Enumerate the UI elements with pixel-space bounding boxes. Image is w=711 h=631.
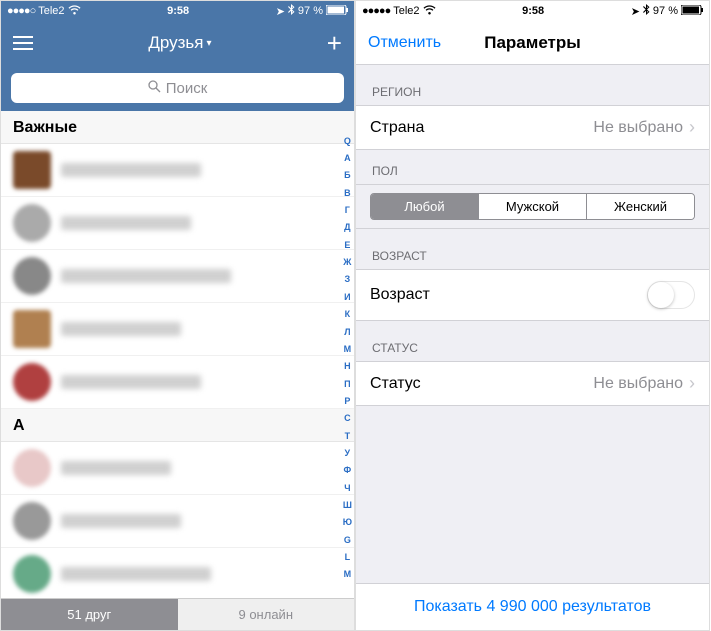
group-label-region: РЕГИОН — [356, 65, 709, 105]
cancel-button[interactable]: Отменить — [368, 34, 441, 52]
list-item[interactable] — [1, 197, 354, 250]
group-label-status: СТАТУС — [356, 321, 709, 361]
battery-label: 97 % — [298, 5, 323, 17]
gender-segment: Любой Мужской Женский — [370, 193, 695, 220]
status-bar: ●●●●● Tele2 9:58 ➤ 97 % — [356, 1, 709, 21]
alphabet-index[interactable]: QАБВГДЕЖЗИКЛМНПРСТУФЧШЮGLM — [343, 131, 352, 586]
section-header-important: Важные — [1, 111, 354, 144]
carrier-label: Tele2 — [38, 5, 64, 17]
show-results-button[interactable]: Показать 4 990 000 результатов — [356, 583, 709, 630]
status-label: Статус — [370, 375, 421, 393]
location-icon: ➤ — [276, 5, 285, 18]
age-label: Возраст — [370, 286, 430, 304]
tab-online[interactable]: 9 онлайн — [178, 599, 355, 630]
group-label-age: ВОЗРАСТ — [356, 229, 709, 269]
signal-dots-icon: ●●●●○ — [7, 5, 35, 17]
menu-icon[interactable] — [13, 36, 33, 50]
age-toggle[interactable] — [647, 281, 695, 309]
section-header-letter: А — [1, 409, 354, 442]
nav-bar: Друзья ▾ + — [1, 21, 354, 65]
carrier-label: Tele2 — [393, 5, 419, 17]
search-input[interactable]: Поиск — [11, 73, 344, 103]
status-value: Не выбрано — [593, 375, 683, 393]
chevron-right-icon: › — [689, 117, 695, 138]
battery-label: 97 % — [653, 5, 678, 17]
chevron-down-icon: ▾ — [206, 38, 211, 49]
page-title: Параметры — [484, 33, 581, 53]
status-bar: ●●●●○ Tele2 9:58 ➤ 97 % — [1, 1, 354, 21]
status-time: 9:58 — [167, 5, 189, 17]
location-icon: ➤ — [631, 5, 640, 18]
list-item[interactable] — [1, 442, 354, 495]
nav-bar: Отменить Параметры — [356, 21, 709, 65]
gender-segment-container: Любой Мужской Женский — [356, 184, 709, 229]
status-cell[interactable]: Статус Не выбрано › — [356, 361, 709, 406]
country-value: Не выбрано — [593, 119, 683, 137]
list-item[interactable] — [1, 356, 354, 409]
bottom-segment: 51 друг 9 онлайн — [1, 598, 354, 630]
page-title[interactable]: Друзья ▾ — [148, 33, 211, 53]
list-item[interactable] — [1, 495, 354, 548]
bluetooth-icon — [288, 4, 295, 18]
search-icon — [148, 80, 161, 96]
friends-list[interactable]: Важные А — [1, 111, 354, 598]
country-cell[interactable]: Страна Не выбрано › — [356, 105, 709, 150]
list-item[interactable] — [1, 303, 354, 356]
gender-female[interactable]: Женский — [586, 194, 694, 219]
list-item[interactable] — [1, 250, 354, 303]
wifi-icon — [423, 5, 436, 18]
add-friend-button[interactable]: + — [327, 28, 342, 59]
age-cell: Возраст — [356, 269, 709, 321]
signal-dots-icon: ●●●●● — [362, 5, 390, 17]
chevron-right-icon: › — [689, 373, 695, 394]
list-item[interactable] — [1, 548, 354, 598]
tab-all-friends[interactable]: 51 друг — [1, 599, 178, 630]
battery-icon — [681, 5, 703, 18]
battery-icon — [326, 5, 348, 18]
gender-male[interactable]: Мужской — [478, 194, 586, 219]
status-time: 9:58 — [522, 5, 544, 17]
bluetooth-icon — [643, 4, 650, 18]
country-label: Страна — [370, 119, 424, 137]
list-item[interactable] — [1, 144, 354, 197]
search-container: Поиск — [1, 65, 354, 111]
wifi-icon — [68, 5, 81, 18]
gender-any[interactable]: Любой — [371, 194, 478, 219]
group-label-gender: ПОЛ — [356, 150, 709, 184]
